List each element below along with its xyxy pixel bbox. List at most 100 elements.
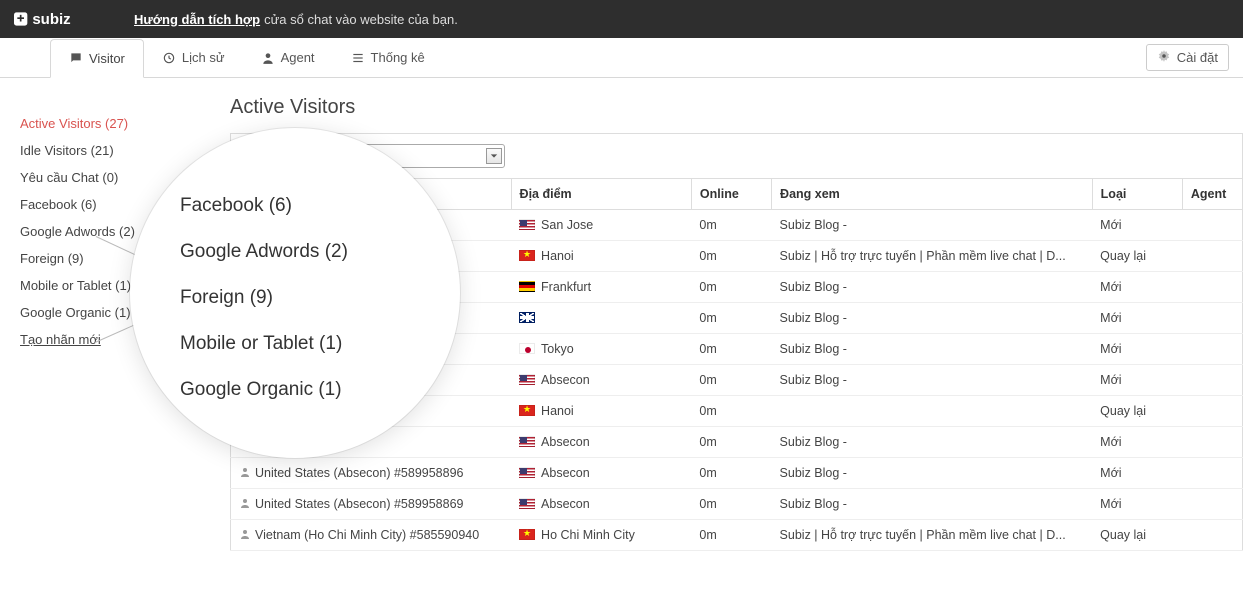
- brand-logo: subiz: [14, 8, 114, 30]
- cell-agent: [1182, 210, 1242, 241]
- svg-text:subiz: subiz: [32, 11, 70, 28]
- cell-online: 0m: [691, 334, 771, 365]
- cell-type: Mới: [1092, 427, 1182, 458]
- cell-location: Frankfurt: [511, 272, 691, 303]
- person-icon: [239, 497, 251, 509]
- cell-location: Absecon: [511, 489, 691, 520]
- cell-agent: [1182, 458, 1242, 489]
- col-agent-header[interactable]: Agent: [1182, 179, 1242, 210]
- table-row[interactable]: United States (Absecon) #589958869Abseco…: [231, 489, 1243, 520]
- tab-visitor-label: Visitor: [89, 51, 125, 66]
- cell-online: 0m: [691, 427, 771, 458]
- settings-button[interactable]: Cài đặt: [1146, 44, 1229, 71]
- cell-agent: [1182, 427, 1242, 458]
- cell-watching: Subiz Blog -: [772, 489, 1093, 520]
- cell-type: Quay lại: [1092, 520, 1182, 551]
- cell-watching: Subiz Blog -: [772, 210, 1093, 241]
- flag-icon: [519, 281, 535, 292]
- integration-guide-text: cửa sổ chat vào website của bạn.: [264, 12, 458, 27]
- cell-watching: Subiz | Hỗ trợ trực tuyến | Phần mềm liv…: [772, 520, 1093, 551]
- integration-guide-link[interactable]: Hướng dẫn tích hợp: [134, 12, 260, 27]
- col-location-header[interactable]: Địa điểm: [511, 179, 691, 210]
- tab-agent[interactable]: Agent: [243, 38, 333, 77]
- cell-online: 0m: [691, 365, 771, 396]
- sidebar-item-idle-visitors[interactable]: Idle Visitors (21): [20, 137, 210, 164]
- flag-icon: [519, 219, 535, 230]
- cell-watching: Subiz Blog -: [772, 334, 1093, 365]
- person-icon: [261, 51, 275, 65]
- cell-location: San Jose: [511, 210, 691, 241]
- cell-agent: [1182, 520, 1242, 551]
- tab-visitor[interactable]: Visitor: [50, 39, 144, 78]
- cell-type: Mới: [1092, 334, 1182, 365]
- zoom-bubble: Facebook (6) Google Adwords (2) Foreign …: [130, 128, 460, 458]
- tab-history[interactable]: Lịch sử: [144, 38, 243, 77]
- cell-watching: Subiz Blog -: [772, 303, 1093, 334]
- cell-agent: [1182, 272, 1242, 303]
- col-watching-header[interactable]: Đang xem: [772, 179, 1093, 210]
- cell-type: Mới: [1092, 303, 1182, 334]
- cell-type: Quay lại: [1092, 396, 1182, 427]
- col-type-header[interactable]: Loại: [1092, 179, 1182, 210]
- cell-type: Mới: [1092, 489, 1182, 520]
- sidebar-item-active-visitors[interactable]: Active Visitors (27): [20, 110, 210, 137]
- person-icon: [239, 466, 251, 478]
- chevron-down-icon: [486, 148, 502, 164]
- settings-label: Cài đặt: [1177, 50, 1218, 65]
- page-title: Active Visitors: [230, 96, 1243, 119]
- cell-agent: [1182, 396, 1242, 427]
- cell-watching: Subiz Blog -: [772, 427, 1093, 458]
- cell-visitor: United States (Absecon) #589958896: [231, 458, 512, 489]
- cell-agent: [1182, 365, 1242, 396]
- cell-agent: [1182, 489, 1242, 520]
- cell-online: 0m: [691, 272, 771, 303]
- zoom-item-facebook[interactable]: Facebook (6): [180, 183, 460, 229]
- table-row[interactable]: Vietnam (Ho Chi Minh City) #585590940Ho …: [231, 520, 1243, 551]
- tab-history-label: Lịch sử: [182, 50, 225, 65]
- cell-agent: [1182, 303, 1242, 334]
- zoom-item-foreign[interactable]: Foreign (9): [180, 275, 460, 321]
- cell-type: Mới: [1092, 272, 1182, 303]
- zoom-item-mobile-tablet[interactable]: Mobile or Tablet (1): [180, 321, 460, 367]
- cell-online: 0m: [691, 489, 771, 520]
- flag-icon: [519, 498, 535, 509]
- main-tabs: Visitor Lịch sử Agent Thống kê Cài đặt: [0, 38, 1243, 78]
- cell-online: 0m: [691, 458, 771, 489]
- cell-watching: Subiz Blog -: [772, 458, 1093, 489]
- gear-icon: [1157, 49, 1171, 66]
- cell-location: Absecon: [511, 365, 691, 396]
- cell-location: Ho Chi Minh City: [511, 520, 691, 551]
- flag-icon: [519, 436, 535, 447]
- cell-location: Hanoi: [511, 396, 691, 427]
- tab-stats[interactable]: Thống kê: [333, 38, 443, 77]
- cell-online: 0m: [691, 520, 771, 551]
- cell-online: 0m: [691, 303, 771, 334]
- flag-icon: [519, 312, 535, 323]
- chat-icon: [69, 51, 83, 65]
- cell-location: Absecon: [511, 427, 691, 458]
- tab-stats-label: Thống kê: [371, 50, 425, 65]
- tab-agent-label: Agent: [281, 50, 315, 65]
- cell-location: Tokyo: [511, 334, 691, 365]
- clock-icon: [162, 51, 176, 65]
- flag-icon: [519, 250, 535, 261]
- cell-online: 0m: [691, 396, 771, 427]
- cell-watching: [772, 396, 1093, 427]
- flag-icon: [519, 374, 535, 385]
- zoom-item-google-adwords[interactable]: Google Adwords (2): [180, 229, 460, 275]
- list-icon: [351, 51, 365, 65]
- cell-visitor: United States (Absecon) #589958869: [231, 489, 512, 520]
- cell-location: Absecon: [511, 458, 691, 489]
- col-online-header[interactable]: Online: [691, 179, 771, 210]
- cell-type: Mới: [1092, 210, 1182, 241]
- cell-online: 0m: [691, 210, 771, 241]
- cell-location: [511, 303, 691, 334]
- cell-agent: [1182, 334, 1242, 365]
- cell-online: 0m: [691, 241, 771, 272]
- cell-watching: Subiz Blog -: [772, 365, 1093, 396]
- table-row[interactable]: United States (Absecon) #589958896Abseco…: [231, 458, 1243, 489]
- person-icon: [239, 528, 251, 540]
- flag-icon: [519, 343, 535, 354]
- cell-location: Hanoi: [511, 241, 691, 272]
- flag-icon: [519, 529, 535, 540]
